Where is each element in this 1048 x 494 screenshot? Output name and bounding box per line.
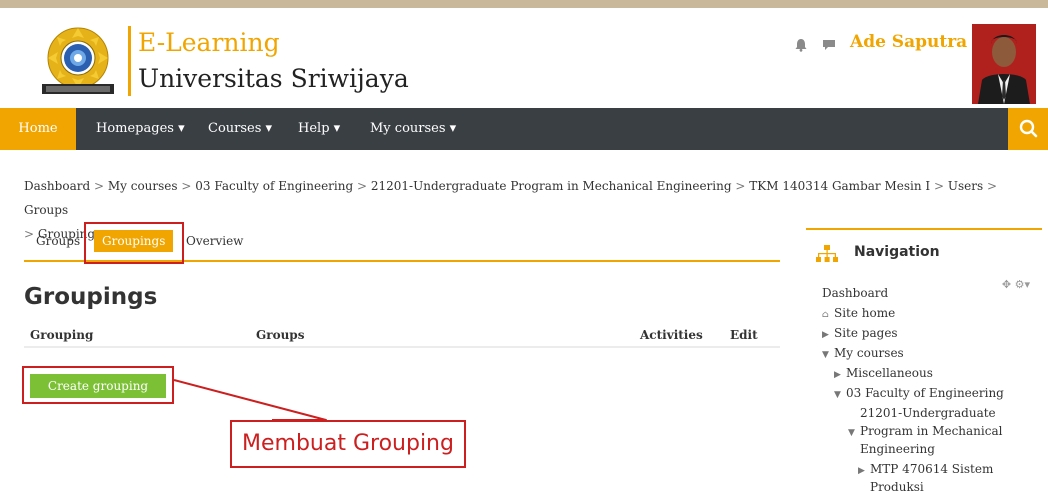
- nav-tree-miscellaneous[interactable]: ▶ Miscellaneous: [834, 366, 933, 380]
- caret-right-icon: ▶: [834, 370, 841, 380]
- nav-tree-label: Miscellaneous: [846, 366, 933, 380]
- nav-tree-course-mtp[interactable]: ▶ MTP 470614 Sistem: [858, 462, 993, 476]
- nav-tree-faculty-engineering[interactable]: ▼ 03 Faculty of Engineering: [834, 386, 1004, 400]
- nav-tree-label: Site pages: [834, 326, 898, 340]
- nav-tree-course-mtp-line2[interactable]: Produksi: [870, 480, 924, 494]
- nav-tree-label: Program in Mechanical: [860, 424, 1003, 438]
- nav-tree-my-courses[interactable]: ▼ My courses: [822, 346, 904, 360]
- home-icon: ⌂: [822, 310, 829, 320]
- annotation-callout: Membuat Grouping: [230, 420, 466, 468]
- block-settings-icon[interactable]: ✥ ⚙▾: [1002, 278, 1030, 291]
- caret-right-icon: ▶: [858, 466, 865, 476]
- caret-down-icon: ▼: [834, 390, 841, 400]
- nav-tree-label: My courses: [834, 346, 904, 360]
- sitemap-icon: [816, 244, 838, 264]
- caret-down-icon: ▼: [822, 350, 829, 360]
- nav-tree-program[interactable]: ▼ Program in Mechanical: [848, 424, 1002, 438]
- navigation-block: Navigation ✥ ⚙▾ Dashboard ⌂ Site home ▶ Si…: [806, 228, 1042, 494]
- nav-tree-dashboard[interactable]: Dashboard: [822, 286, 888, 300]
- nav-tree-site-home[interactable]: ⌂ Site home: [822, 306, 895, 320]
- nav-tree-site-pages[interactable]: ▶ Site pages: [822, 326, 898, 340]
- nav-tree-label: Site home: [834, 306, 896, 320]
- caret-right-icon: ▶: [822, 330, 829, 340]
- nav-tree-program-line1[interactable]: 21201-Undergraduate: [860, 406, 996, 420]
- nav-tree-label: 03 Faculty of Engineering: [846, 386, 1004, 400]
- caret-down-icon: ▼: [848, 428, 855, 438]
- navigation-title: Navigation: [854, 244, 940, 260]
- nav-tree-label: MTP 470614 Sistem: [870, 462, 994, 476]
- nav-tree-program-line3[interactable]: Engineering: [860, 442, 935, 456]
